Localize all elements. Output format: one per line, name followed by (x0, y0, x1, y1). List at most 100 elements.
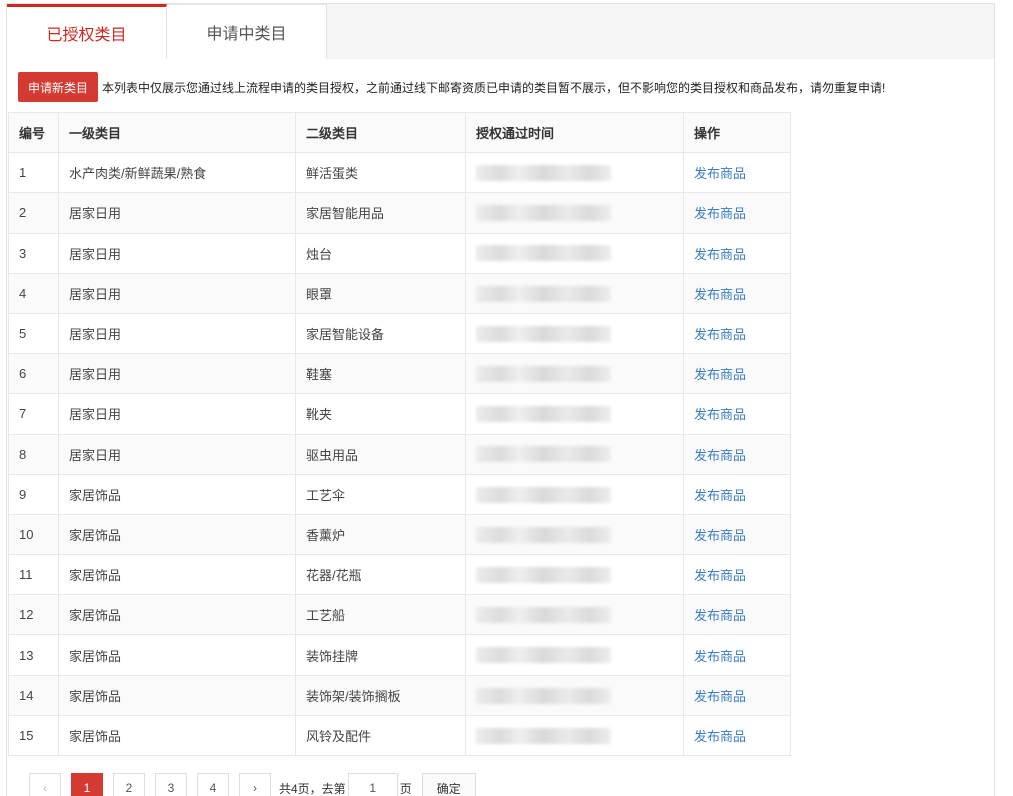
row-number: 14 (8, 674, 59, 716)
row-number: 12 (8, 594, 59, 636)
row-level2-category: 工艺伞 (295, 473, 466, 515)
notice-text: 本列表中仅展示您通过线上流程申请的类目授权，之前通过线下邮寄资质已申请的类目暂不… (102, 80, 886, 95)
table-row: 15 家居饰品 风铃及配件 发布商品 (8, 714, 791, 757)
header-level2: 二级类目 (295, 111, 466, 154)
row-action: 发布商品 (683, 674, 791, 716)
publish-product-link[interactable]: 发布商品 (694, 448, 746, 463)
row-number: 13 (8, 634, 59, 676)
redacted-time (476, 727, 611, 744)
category-panel: 已授权类目 申请中类目 申请新类目 本列表中仅展示您通过线上流程申请的类目授权，… (6, 3, 995, 796)
row-auth-time (465, 272, 684, 314)
row-action: 发布商品 (683, 312, 791, 355)
publish-product-link[interactable]: 发布商品 (694, 206, 746, 221)
row-level2-category: 装饰挂牌 (295, 634, 466, 676)
row-level2-category: 眼罩 (295, 272, 466, 314)
row-action: 发布商品 (683, 594, 791, 636)
publish-product-link[interactable]: 发布商品 (694, 327, 746, 342)
row-level2-category: 鲜活蛋类 (295, 152, 466, 194)
table-row: 6 居家日用 鞋塞 发布商品 (8, 353, 791, 395)
table-row: 14 家居饰品 装饰架/装饰搁板 发布商品 (8, 674, 791, 716)
page-2-button[interactable]: 2 (113, 773, 145, 796)
row-number: 1 (8, 152, 59, 194)
row-level2-category: 装饰架/装饰搁板 (295, 674, 466, 716)
publish-product-link[interactable]: 发布商品 (694, 367, 746, 382)
row-action: 发布商品 (683, 714, 791, 757)
row-auth-time (465, 554, 684, 596)
header-number: 编号 (8, 111, 59, 154)
publish-product-link[interactable]: 发布商品 (694, 729, 746, 744)
row-level1-category: 家居饰品 (58, 674, 296, 716)
table-row: 12 家居饰品 工艺船 发布商品 (8, 594, 791, 636)
redacted-time (476, 325, 611, 342)
row-level1-category: 家居饰品 (58, 594, 296, 636)
row-auth-time (465, 714, 684, 757)
row-action: 发布商品 (683, 513, 791, 556)
row-action: 发布商品 (683, 353, 791, 395)
next-page-button[interactable]: › (239, 773, 271, 796)
publish-product-link[interactable]: 发布商品 (694, 689, 746, 704)
row-level1-category: 居家日用 (58, 312, 296, 355)
row-number: 9 (8, 473, 59, 515)
redacted-time (476, 647, 611, 664)
row-auth-time (465, 152, 684, 194)
tab-authorized[interactable]: 已授权类目 (7, 4, 167, 59)
page-number-input[interactable] (347, 773, 398, 796)
redacted-time (476, 566, 611, 583)
table-body: 1 水产肉类/新鲜蔬果/熟食 鲜活蛋类 发布商品 2 居家日用 家居智能用品 发布商品 3 居家日… (8, 152, 791, 757)
row-action: 发布商品 (683, 554, 791, 596)
header-action: 操作 (683, 111, 791, 154)
redacted-time (476, 165, 611, 182)
row-level2-category: 靴夹 (295, 393, 466, 435)
row-number: 6 (8, 353, 59, 395)
goto-page-confirm-button[interactable]: 确定 (421, 773, 476, 796)
row-number: 7 (8, 393, 59, 435)
publish-product-link[interactable]: 发布商品 (694, 166, 746, 181)
publish-product-link[interactable]: 发布商品 (694, 608, 746, 623)
row-level1-category: 居家日用 (58, 232, 296, 274)
row-number: 5 (8, 312, 59, 355)
tab-content: 申请新类目 本列表中仅展示您通过线上流程申请的类目授权，之前通过线下邮寄资质已申… (7, 59, 994, 796)
pagination: ‹ 1 2 3 4 › 共4页，去第 页 确定 (29, 773, 476, 796)
row-level1-category: 家居饰品 (58, 513, 296, 556)
row-number: 2 (8, 192, 59, 234)
row-auth-time (465, 433, 684, 475)
prev-page-button[interactable]: ‹ (29, 773, 61, 796)
page-4-button[interactable]: 4 (197, 773, 229, 796)
publish-product-link[interactable]: 发布商品 (694, 488, 746, 503)
publish-product-link[interactable]: 发布商品 (694, 649, 746, 664)
row-number: 8 (8, 433, 59, 475)
row-auth-time (465, 353, 684, 395)
row-level1-category: 居家日用 (58, 433, 296, 475)
table-row: 2 居家日用 家居智能用品 发布商品 (8, 192, 791, 234)
table-row: 13 家居饰品 装饰挂牌 发布商品 (8, 634, 791, 676)
tab-bar: 已授权类目 申请中类目 (7, 4, 994, 59)
publish-product-link[interactable]: 发布商品 (694, 247, 746, 262)
row-level1-category: 居家日用 (58, 353, 296, 395)
redacted-time (476, 406, 611, 423)
notice-bar: 申请新类目 本列表中仅展示您通过线上流程申请的类目授权，之前通过线下邮寄资质已申… (18, 72, 885, 102)
row-action: 发布商品 (683, 272, 791, 314)
row-level2-category: 香薰炉 (295, 513, 466, 556)
row-auth-time (465, 393, 684, 435)
row-action: 发布商品 (683, 433, 791, 475)
publish-product-link[interactable]: 发布商品 (694, 407, 746, 422)
publish-product-link[interactable]: 发布商品 (694, 287, 746, 302)
redacted-time (476, 285, 611, 302)
row-auth-time (465, 312, 684, 355)
page-1-button[interactable]: 1 (71, 773, 103, 796)
row-number: 11 (8, 554, 59, 596)
row-number: 3 (8, 232, 59, 274)
row-auth-time (465, 674, 684, 716)
apply-new-category-button[interactable]: 申请新类目 (18, 72, 99, 102)
category-table: 编号 一级类目 二级类目 授权通过时间 操作 1 水产肉类/新鲜蔬果/熟食 鲜活蛋类… (8, 111, 791, 757)
publish-product-link[interactable]: 发布商品 (694, 568, 746, 583)
row-level1-category: 家居饰品 (58, 554, 296, 596)
table-row: 10 家居饰品 香薰炉 发布商品 (8, 513, 791, 556)
page-suffix-text: 页 (399, 781, 412, 796)
row-level2-category: 花器/花瓶 (295, 554, 466, 596)
row-auth-time (465, 473, 684, 515)
page-3-button[interactable]: 3 (155, 773, 187, 796)
tab-applying[interactable]: 申请中类目 (167, 4, 327, 59)
row-number: 4 (8, 272, 59, 314)
publish-product-link[interactable]: 发布商品 (694, 528, 746, 543)
